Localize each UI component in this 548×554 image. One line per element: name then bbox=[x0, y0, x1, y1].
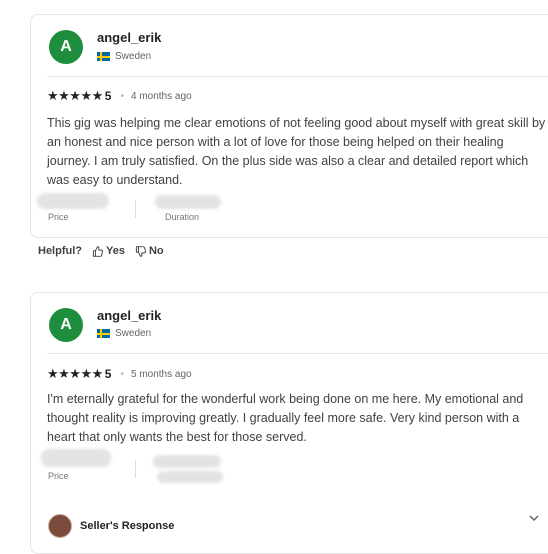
yes-label: Yes bbox=[106, 245, 125, 257]
helpful-label: Helpful? bbox=[38, 245, 82, 257]
helpful-no-button[interactable]: No bbox=[135, 245, 164, 257]
review-text: This gig was helping me clear emotions o… bbox=[47, 116, 546, 187]
price-label: Price bbox=[48, 212, 69, 222]
review-time: 4 months ago bbox=[130, 90, 192, 102]
reviewer-name[interactable]: angel_erik bbox=[97, 308, 161, 323]
star-rating-icon: ★★★★★ bbox=[47, 366, 103, 381]
avatar[interactable]: A bbox=[49, 30, 83, 64]
reviewer-country: Sweden bbox=[97, 51, 151, 62]
review-text: I'm eternally grateful for the wonderful… bbox=[47, 392, 524, 444]
rating-score: 5 bbox=[104, 367, 112, 381]
helpful-yes-button[interactable]: Yes bbox=[92, 245, 125, 257]
country-label: Sweden bbox=[115, 328, 152, 339]
rating-row: ★★★★★ 5 • 4 months ago bbox=[47, 88, 192, 104]
duration-value-redacted bbox=[155, 195, 221, 209]
avatar[interactable]: A bbox=[49, 308, 83, 342]
price-label: Price bbox=[48, 471, 69, 481]
helpful-row: Helpful? Yes No bbox=[38, 245, 164, 257]
sweden-flag-icon bbox=[97, 329, 110, 338]
divider bbox=[47, 353, 548, 354]
star-rating-icon: ★★★★★ bbox=[47, 88, 103, 103]
duration-label: Duration bbox=[165, 212, 200, 222]
price-value-redacted bbox=[37, 193, 109, 209]
reviewer-country: Sweden bbox=[97, 328, 151, 339]
separator-dot: • bbox=[120, 368, 124, 380]
chevron-down-icon[interactable] bbox=[528, 512, 540, 524]
review-time: 5 months ago bbox=[130, 368, 192, 380]
rating-row: ★★★★★ 5 • 5 months ago bbox=[47, 366, 192, 382]
duration-label-redacted bbox=[157, 471, 223, 483]
seller-response-toggle[interactable]: Seller's Response bbox=[48, 514, 174, 538]
seller-response-label: Seller's Response bbox=[80, 520, 175, 532]
rating-score: 5 bbox=[104, 89, 112, 103]
separator-dot: • bbox=[120, 90, 124, 102]
thumbs-up-icon bbox=[92, 245, 103, 257]
reviewer-name[interactable]: angel_erik bbox=[97, 30, 161, 45]
sweden-flag-icon bbox=[97, 52, 110, 61]
duration-value-redacted bbox=[153, 455, 221, 468]
divider bbox=[47, 76, 548, 77]
no-label: No bbox=[148, 245, 164, 257]
meta-separator bbox=[135, 460, 136, 478]
seller-avatar bbox=[48, 514, 72, 538]
price-value-redacted bbox=[41, 449, 111, 467]
review-card: A angel_erik Sweden ★★★★★ 5 • 4 months a… bbox=[30, 14, 548, 238]
thumbs-down-icon bbox=[135, 245, 146, 257]
meta-separator bbox=[135, 200, 136, 218]
country-label: Sweden bbox=[115, 51, 152, 62]
